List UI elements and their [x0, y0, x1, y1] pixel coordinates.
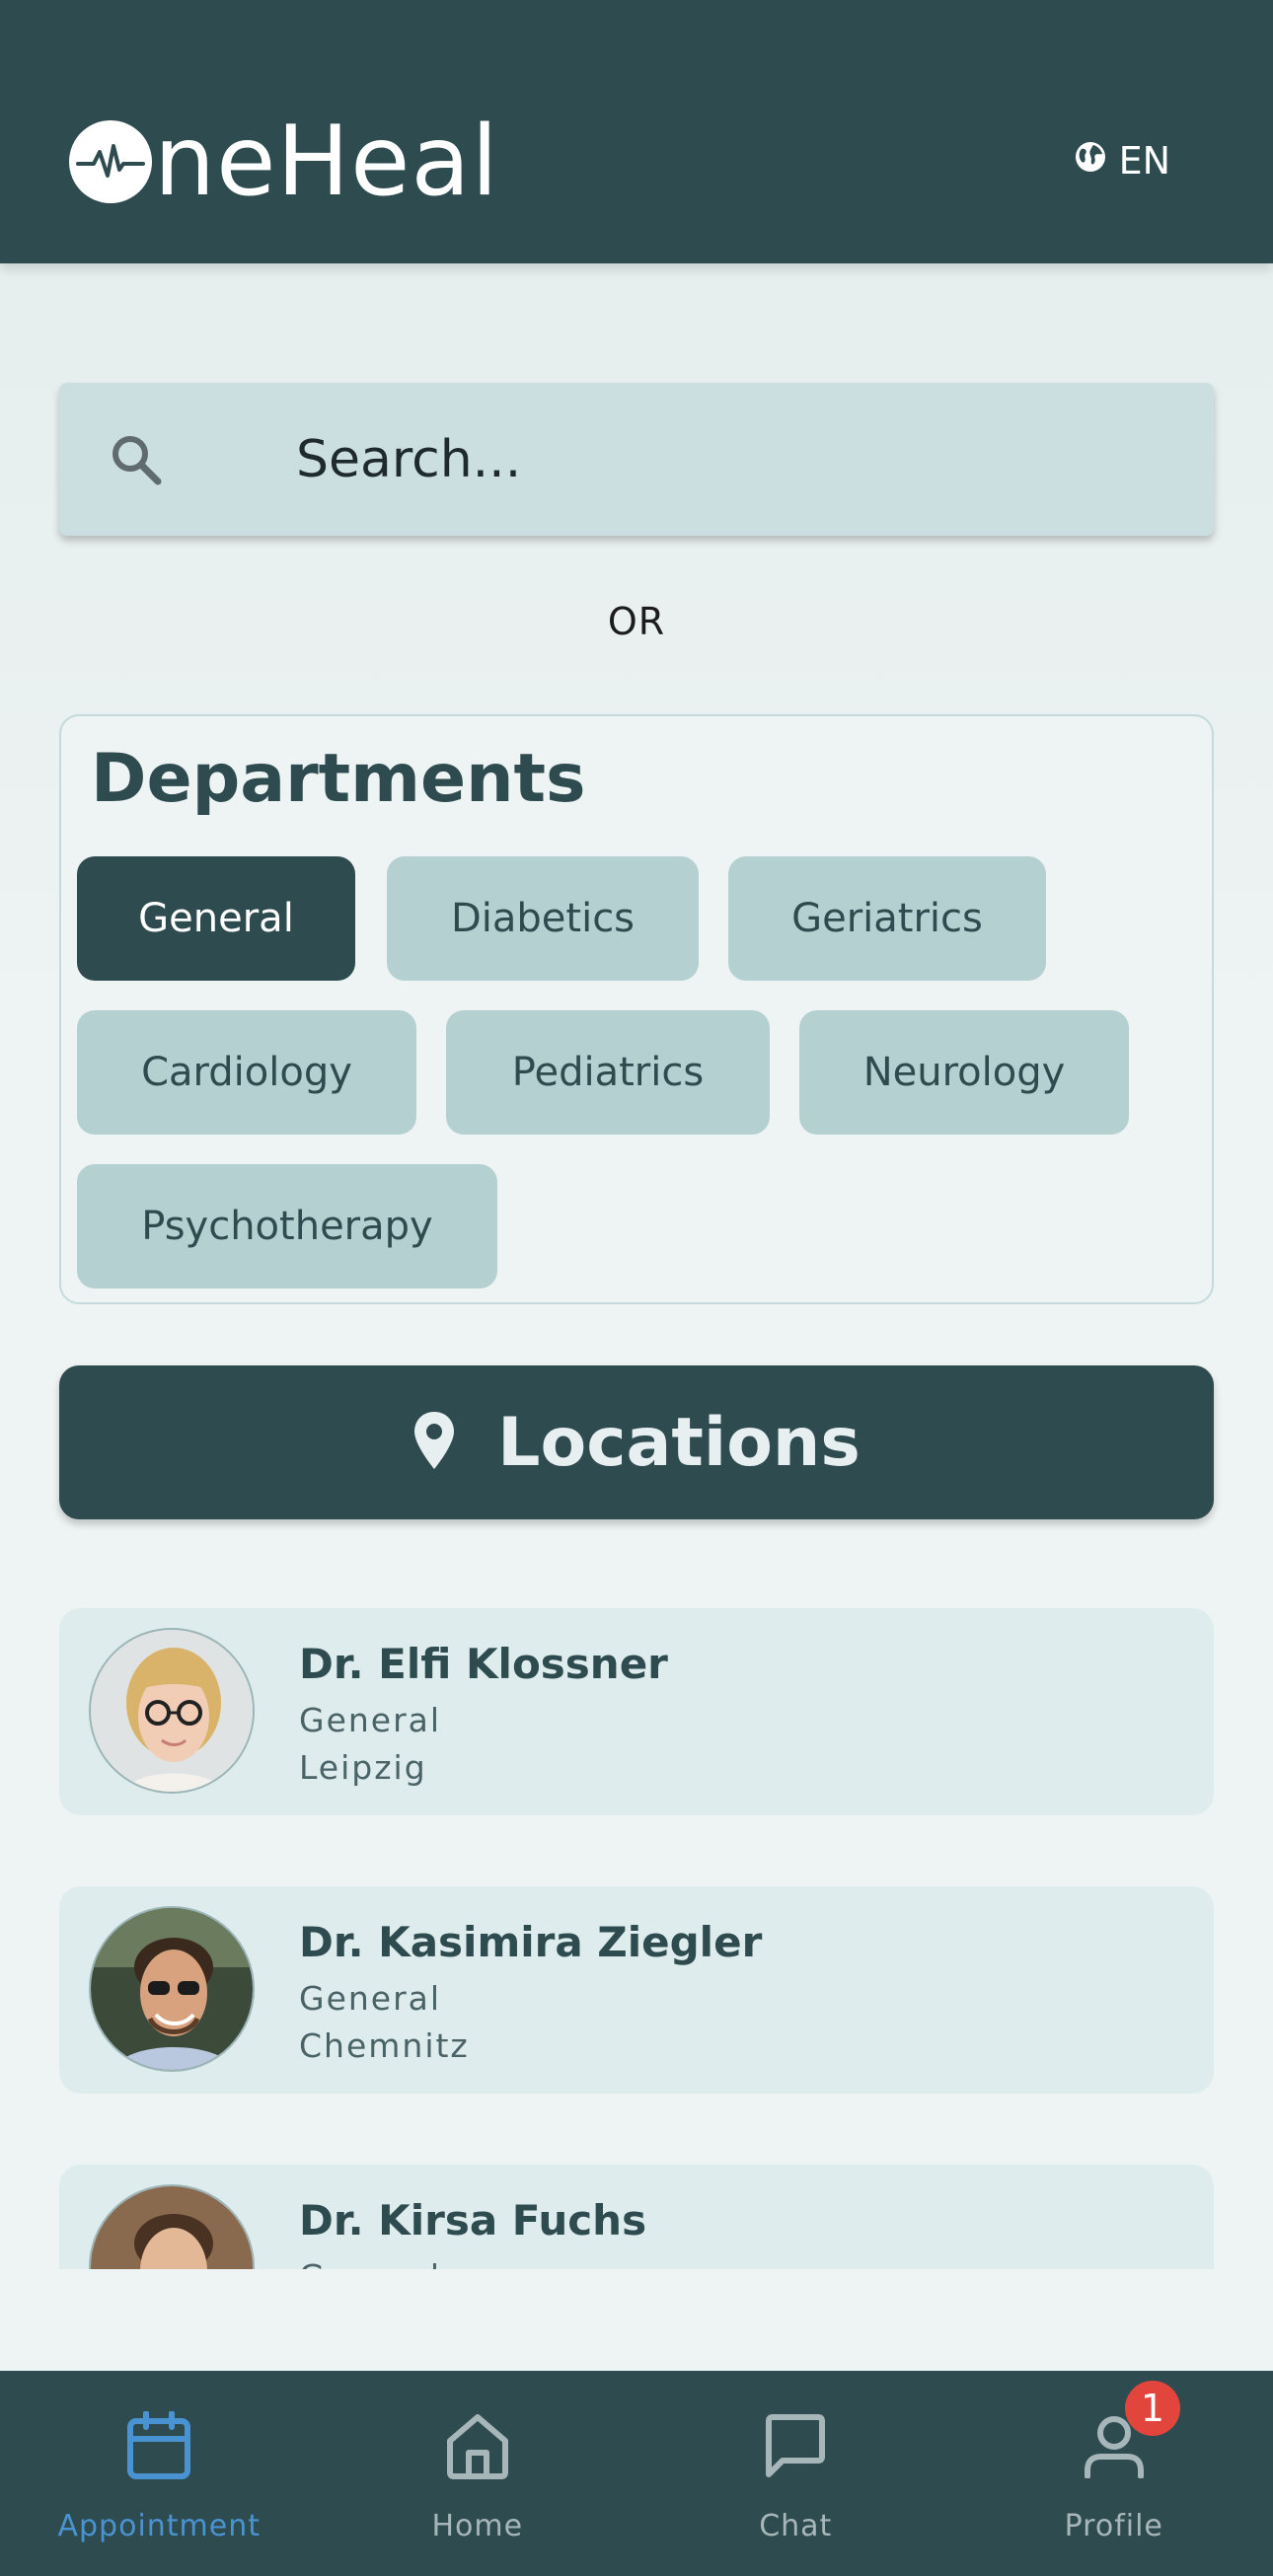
doctor-avatar: [89, 1906, 255, 2072]
chip-psychotherapy[interactable]: Psychotherapy: [77, 1164, 497, 1288]
notification-badge: 1: [1125, 2381, 1180, 2436]
doctor-city: Chemnitz: [299, 2026, 470, 2065]
language-label: EN: [1118, 139, 1170, 183]
app-logo: neHeal: [69, 106, 499, 218]
locations-label: Locations: [497, 1403, 861, 1482]
home-icon: [438, 2406, 517, 2485]
doctor-department: General: [299, 1701, 442, 1739]
chat-bubble-icon: [756, 2406, 835, 2485]
language-selector[interactable]: EN: [1074, 134, 1170, 187]
calendar-icon: [119, 2406, 198, 2485]
doctor-name: Dr. Kasimira Ziegler: [299, 1918, 763, 1966]
doctor-name: Dr. Kirsa Fuchs: [299, 2196, 647, 2245]
locations-button[interactable]: Locations: [59, 1365, 1214, 1519]
app-header: neHeal EN: [0, 0, 1273, 263]
chip-pediatrics[interactable]: Pediatrics: [446, 1010, 770, 1135]
chip-diabetics[interactable]: Diabetics: [387, 856, 699, 981]
heartbeat-logo-icon: [69, 120, 152, 203]
nav-chat[interactable]: Chat: [636, 2371, 955, 2576]
search-bar[interactable]: [59, 383, 1214, 536]
doctor-card[interactable]: Dr. Kirsa Fuchs General: [59, 2165, 1214, 2269]
nav-home[interactable]: Home: [319, 2371, 637, 2576]
search-icon: [107, 430, 166, 494]
chip-neurology[interactable]: Neurology: [799, 1010, 1129, 1135]
logo-wordmark: neHeal: [154, 106, 499, 218]
or-separator: OR: [607, 600, 666, 643]
departments-title: Departments: [91, 740, 586, 818]
nav-label: Chat: [759, 2509, 833, 2543]
doctor-avatar: [89, 2184, 255, 2269]
doctor-department: General: [299, 2257, 441, 2269]
doctor-city: Leipzig: [299, 1748, 427, 1787]
doctor-department: General: [299, 1979, 442, 2018]
search-input[interactable]: [296, 422, 1164, 497]
nav-label: Home: [431, 2509, 524, 2543]
departments-panel: Departments General Diabetics Geriatrics…: [59, 714, 1214, 1304]
chip-geriatrics[interactable]: Geriatrics: [728, 856, 1046, 981]
nav-profile[interactable]: Profile: [955, 2371, 1273, 2576]
nav-label: Profile: [1064, 2509, 1163, 2543]
doctor-avatar: [89, 1628, 255, 1794]
chip-cardiology[interactable]: Cardiology: [77, 1010, 416, 1135]
doctor-card[interactable]: Dr. Kasimira Ziegler General Chemnitz: [59, 1886, 1214, 2094]
chip-general[interactable]: General: [77, 856, 355, 981]
location-pin-icon: [412, 1410, 456, 1476]
globe-icon: [1074, 139, 1107, 183]
nav-appointment[interactable]: Appointment: [0, 2371, 319, 2576]
doctor-name: Dr. Elfi Klossner: [299, 1640, 668, 1688]
nav-label: Appointment: [57, 2509, 262, 2543]
bottom-navigation: Appointment Home Chat Profile: [0, 2371, 1273, 2576]
doctor-list[interactable]: Dr. Elfi Klossner General Leipzig Dr. Ka…: [59, 1608, 1214, 2269]
doctor-card[interactable]: Dr. Elfi Klossner General Leipzig: [59, 1608, 1214, 1815]
